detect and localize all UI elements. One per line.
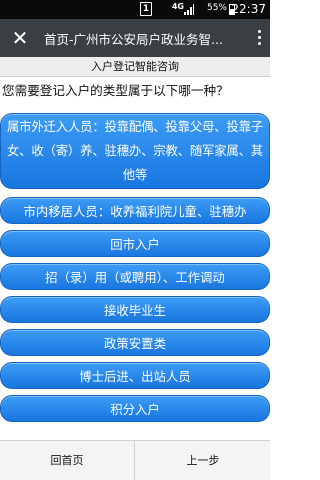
close-icon[interactable]: ✕ (8, 26, 32, 50)
option-label: 市内移居人员：收养福利院儿童、驻穗办 (23, 203, 247, 219)
option-label: 招（录）用（或聘用）、工作调动 (45, 269, 225, 285)
signal-icon (184, 4, 194, 15)
more-vert-icon[interactable] (254, 28, 264, 50)
back-button[interactable]: 上一步 (136, 441, 270, 480)
option-label: 接收毕业生 (104, 302, 166, 318)
option-button-graduates[interactable]: 接收毕业生 (0, 296, 270, 323)
divider (134, 441, 135, 480)
clock: 22:37 (231, 2, 266, 16)
app-bar: ✕ 首页-广州市公安局户政业务智... (0, 19, 270, 57)
status-bar: 1 4G 55% 22:37 (0, 0, 270, 19)
option-button-recruitment-transfer[interactable]: 招（录）用（或聘用）、工作调动 (0, 263, 270, 290)
app-bar-title: 首页-广州市公安局户政业务智... (44, 32, 223, 47)
battery-percent: 55% (206, 3, 227, 13)
option-button-postdoc[interactable]: 博士后进、出站人员 (0, 362, 270, 389)
option-button-out-of-city-migration[interactable]: 属市外迁入人员：投靠配偶、投靠父母、投靠子女、收（寄）养、驻穗办、宗教、随军家属… (0, 113, 270, 189)
option-label: 政策安置类 (104, 335, 166, 351)
option-label: 积分入户 (110, 401, 160, 417)
sim-indicator: 1 (140, 2, 152, 16)
option-button-policy-placement[interactable]: 政策安置类 (0, 329, 270, 356)
question-text: 您需要登记入户的类型属于以下哪一种？ (2, 83, 229, 98)
option-label: 回市入户 (110, 236, 160, 252)
option-label: 博士后进、出站人员 (79, 368, 191, 384)
page-title: 入户登记智能咨询 (0, 57, 270, 77)
option-button-in-city-relocation[interactable]: 市内移居人员：收养福利院儿童、驻穗办 (0, 197, 270, 224)
bottom-bar: 回首页 上一步 (0, 440, 270, 480)
network-type: 4G (171, 2, 184, 11)
option-button-return-to-city[interactable]: 回市入户 (0, 230, 270, 257)
option-label: 属市外迁入人员：投靠配偶、投靠父母、投靠子女、收（寄）养、驻穗办、宗教、随军家属… (6, 119, 263, 182)
home-button[interactable]: 回首页 (0, 441, 134, 480)
option-button-points-based[interactable]: 积分入户 (0, 395, 270, 422)
